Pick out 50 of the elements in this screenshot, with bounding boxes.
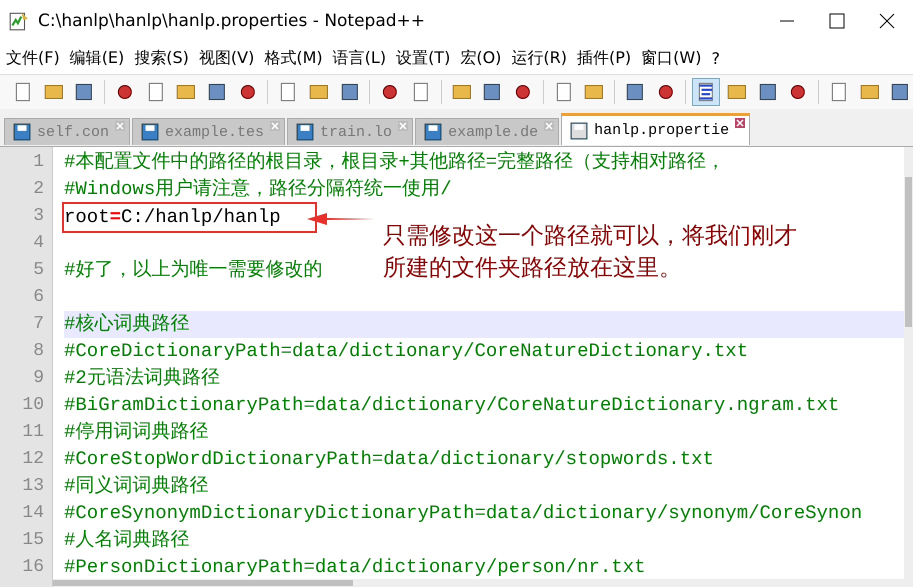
maximize-icon[interactable] <box>827 11 847 31</box>
line-number: 3 <box>32 205 45 228</box>
line-number: 2 <box>32 178 45 201</box>
code-comment: #人名词典路径 <box>64 529 190 551</box>
code-comment: #PersonDictionaryPath=data/dictionary/person/nr.txt <box>64 556 646 578</box>
code-comment: #2元语法词典路径 <box>64 367 220 389</box>
line-number: 15 <box>21 529 45 552</box>
line-number: 11 <box>21 421 45 444</box>
line-number: 13 <box>21 475 45 498</box>
notepad-icon <box>8 10 30 32</box>
line-number: 7 <box>32 313 45 336</box>
menu-item[interactable]: 视图(V) <box>198 48 254 68</box>
menu-item[interactable]: 运行(R) <box>511 48 568 68</box>
window-title: C:\hanlp\hanlp\hanlp.properties - Notepad++ <box>38 11 426 31</box>
file-tab[interactable]: hanlp.propertie <box>561 113 750 145</box>
line-number: 10 <box>21 394 45 417</box>
code-comment: #CoreDictionaryPath=data/dictionary/CoreNatureDictionary.txt <box>64 340 748 362</box>
menu-item[interactable]: 语言(L) <box>332 48 386 68</box>
menu-item[interactable]: 编辑(E) <box>70 48 124 68</box>
code-comment: #CoreStopWordDictionaryPath=data/dictionary/stopwords.txt <box>64 448 714 470</box>
menu-item[interactable]: 宏(O) <box>460 48 502 68</box>
scrollbar-thumb[interactable] <box>53 580 353 586</box>
code-comment: #本配置文件中的路径的根目录，根目录+其他路径=完整路径（支持相对路径， <box>64 151 726 173</box>
menu-item[interactable]: 搜索(S) <box>134 48 189 68</box>
line-number: 4 <box>32 232 45 255</box>
line-number: 12 <box>21 448 45 471</box>
scrollbar-thumb[interactable] <box>905 177 912 327</box>
line-number: 9 <box>32 367 45 390</box>
line-number: 16 <box>21 556 45 579</box>
line-number: 14 <box>21 502 45 525</box>
line-number: 6 <box>32 286 45 309</box>
menu-item[interactable]: 设置(T) <box>396 48 450 68</box>
code-line: root=C:/hanlp/hanlp <box>64 206 281 228</box>
code-comment: #好了，以上为唯一需要修改的 <box>64 259 322 281</box>
code-comment: #同义词词典路径 <box>64 475 208 497</box>
line-number: 8 <box>32 340 45 363</box>
menu-item[interactable]: 文件(F) <box>6 48 60 68</box>
code-comment: #BiGramDictionaryPath=data/dictionary/CoreNatureDictionary.ngram.txt <box>64 394 840 416</box>
toolbar-icon[interactable] <box>693 79 719 105</box>
menu-item[interactable]: 插件(P) <box>577 48 632 68</box>
code-comment: #CoreSynonymDictionaryDictionaryPath=data/dictionary/synonym/CoreSynon <box>64 502 862 524</box>
close-icon[interactable] <box>877 11 897 31</box>
menu-item[interactable]: ? <box>711 48 720 68</box>
code-comment: #核心词典路径 <box>64 313 190 335</box>
code-comment: #停用词词典路径 <box>64 421 208 443</box>
line-number: 5 <box>32 259 45 282</box>
menu-item[interactable]: 窗口(W) <box>641 48 702 68</box>
code-comment: #Windows用户请注意，路径分隔符统一使用/ <box>64 178 452 200</box>
line-number: 1 <box>32 151 45 174</box>
menu-item[interactable]: 格式(M) <box>264 48 323 68</box>
